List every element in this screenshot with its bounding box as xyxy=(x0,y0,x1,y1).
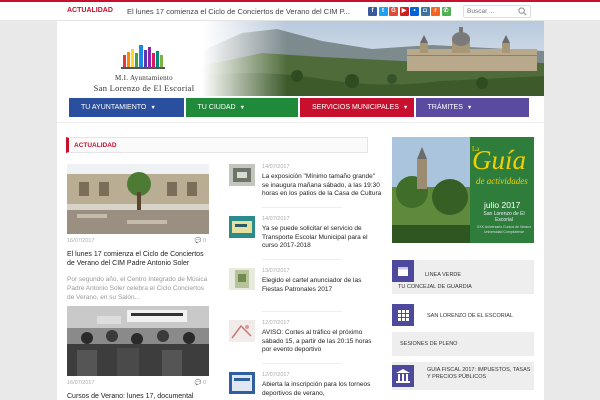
news-date: 13/07/2017 xyxy=(262,268,290,274)
sidebar-link-guia-fiscal[interactable]: GUIA FISCAL 2017: IMPUESTOS, TASAS Y PRE… xyxy=(392,362,534,390)
featured-article: 16/07/2017 💬 0 El lunes 17 comienza el C… xyxy=(67,164,209,302)
news-title[interactable]: Elegido el cartel anunciador de las Fies… xyxy=(262,277,382,294)
news-title[interactable]: Abierta la inscripción para los torneos … xyxy=(262,381,382,398)
chevron-down-icon: ▼ xyxy=(402,105,409,111)
featured-article: 16/07/2017 💬 0 Cursos de Verano: lunes 1… xyxy=(67,306,209,400)
chevron-down-icon: ▼ xyxy=(239,105,246,111)
google-plus-icon[interactable]: G xyxy=(389,7,398,16)
page-container: M.I. Ayuntamiento San Lorenzo de El Esco… xyxy=(57,21,544,400)
top-bar: ACTUALIDAD El lunes 17 comienza el Ciclo… xyxy=(0,0,600,21)
divider xyxy=(262,363,342,364)
article-meta: 16/07/2017 💬 0 xyxy=(67,380,209,389)
news-thumbnail xyxy=(229,320,255,342)
social-icons: f t G ▶ • ◘ r ✆ xyxy=(368,7,451,16)
news-title[interactable]: Ya se puede solicitar el servicio de Tra… xyxy=(262,225,382,251)
coat-of-arms-icon xyxy=(121,45,165,69)
nav-tramites[interactable]: TRÁMITES ▼ xyxy=(415,98,529,117)
news-date: 12/07/2017 xyxy=(262,372,290,378)
sidebar-link-linea-verde[interactable]: LINEA VERDE TU CONCEJAL DE GUARDIA xyxy=(392,260,534,294)
news-thumbnail xyxy=(229,268,255,290)
grid-icon xyxy=(392,304,414,326)
sidebar-link-label: GUIA FISCAL 2017: IMPUESTOS, TASAS Y PRE… xyxy=(427,367,531,380)
nav-servicios-municipales[interactable]: SERVICIOS MUNICIPALES ▼ xyxy=(300,98,414,117)
twitter-icon[interactable]: t xyxy=(378,7,388,16)
main-nav: TU AYUNTAMIENTO ▼ TU CIUDAD ▼ SERVICIOS MU… xyxy=(69,98,529,117)
guia-month: julio 2017 xyxy=(484,200,521,210)
divider xyxy=(262,207,342,208)
calendar-icon xyxy=(392,260,414,282)
section-title: ACTUALIDAD xyxy=(74,142,117,149)
instagram-icon[interactable]: ◘ xyxy=(420,7,430,16)
sidebar-link-label-2: TU CONCEJAL DE GUARDIA xyxy=(398,284,472,290)
divider xyxy=(262,311,342,312)
news-thumbnail xyxy=(229,216,255,238)
article-image[interactable] xyxy=(67,164,209,234)
nav-label: SERVICIOS MUNICIPALES xyxy=(312,104,399,111)
news-thumbnail xyxy=(229,372,255,394)
news-title[interactable]: AVISO: Cortes al tráfico el próximo sába… xyxy=(262,329,382,355)
comment-count[interactable]: 💬 0 xyxy=(195,238,206,244)
logo-line-2: San Lorenzo de El Escorial xyxy=(93,83,195,93)
chevron-down-icon: ▼ xyxy=(150,105,156,111)
nav-label: TRÁMITES xyxy=(427,104,463,111)
divider xyxy=(57,122,544,123)
sidebar-link-label: LINEA VERDE xyxy=(425,272,462,278)
guia-photo xyxy=(392,137,470,243)
logo-line-1: M.I. Ayuntamiento xyxy=(115,74,173,82)
site-logo[interactable]: M.I. Ayuntamiento San Lorenzo de El Esco… xyxy=(79,41,209,93)
search-input[interactable] xyxy=(464,6,516,17)
article-date: 16/07/2017 xyxy=(67,380,95,386)
article-meta: 16/07/2017 💬 0 xyxy=(67,238,209,247)
comment-number: 0 xyxy=(202,238,206,244)
guia-note: XXX Aniversario Cursos de Verano Univers… xyxy=(476,225,532,234)
news-date: 12/07/2017 xyxy=(262,320,290,326)
search-box xyxy=(463,5,531,18)
phone-icon[interactable]: ✆ xyxy=(441,7,451,16)
list-item[interactable]: 13/07/2017 Elegido el cartel anunciador … xyxy=(229,266,379,312)
article-image[interactable] xyxy=(67,306,209,376)
search-icon[interactable] xyxy=(518,7,527,16)
chevron-down-icon: ▼ xyxy=(466,105,473,111)
ticker-tag: ACTUALIDAD xyxy=(67,7,113,14)
divider xyxy=(262,259,342,260)
sidebar-link-san-lorenzo[interactable]: SAN LORENZO DE EL ESCORIAL xyxy=(392,304,534,326)
rss-icon[interactable]: r xyxy=(431,7,440,16)
nav-tu-ciudad[interactable]: TU CIUDAD ▼ xyxy=(185,98,298,117)
guia-title: Guía xyxy=(472,145,526,175)
list-item[interactable]: 12/07/2017 AVISO: Cortes al tráfico el p… xyxy=(229,318,379,364)
nav-tu-ayuntamiento[interactable]: TU AYUNTAMIENTO ▼ xyxy=(69,98,184,117)
sidebar-link-label: SAN LORENZO DE EL ESCORIAL xyxy=(427,313,513,319)
youtube-icon[interactable]: ▶ xyxy=(399,7,409,16)
section-header: ACTUALIDAD xyxy=(66,137,368,153)
nav-label: TU CIUDAD xyxy=(197,104,236,111)
guia-subtitle: de actividades xyxy=(476,176,528,186)
article-date: 16/07/2017 xyxy=(67,238,95,244)
comment-count[interactable]: 💬 0 xyxy=(195,380,206,386)
news-date: 14/07/2017 xyxy=(262,216,290,222)
nav-label: TU AYUNTAMIENTO xyxy=(81,104,147,111)
flickr-icon[interactable]: • xyxy=(410,7,419,16)
list-item[interactable]: 14/07/2017 La exposición "Mínimo tamaño … xyxy=(229,162,382,208)
ticker-headline[interactable]: El lunes 17 comienza el Ciclo de Concier… xyxy=(127,7,350,16)
comment-icon: 💬 xyxy=(194,238,202,244)
article-excerpt: Por segundo año, el Centro Integrado de … xyxy=(67,276,208,301)
comment-number: 0 xyxy=(202,380,206,386)
sidebar-link-sesiones-pleno[interactable]: SESIONES DE PLENO xyxy=(392,332,534,356)
list-item[interactable]: 12/07/2017 Abierta la inscripción para l… xyxy=(229,370,379,400)
institution-icon xyxy=(392,365,414,387)
site-header: M.I. Ayuntamiento San Lorenzo de El Esco… xyxy=(57,21,544,96)
comment-icon: 💬 xyxy=(194,380,202,386)
guia-banner[interactable]: La Guía de actividades julio 2017 San Lo… xyxy=(392,137,534,243)
facebook-icon[interactable]: f xyxy=(368,7,377,16)
sidebar-link-label: SESIONES DE PLENO xyxy=(400,341,458,347)
news-title[interactable]: La exposición "Mínimo tamaño grande" se … xyxy=(262,173,382,199)
guia-town: San Lorenzo de El Escorial xyxy=(483,211,525,223)
list-item[interactable]: 14/07/2017 Ya se puede solicitar el serv… xyxy=(229,214,379,260)
article-title[interactable]: Cursos de Verano: lunes 17, documental "… xyxy=(67,392,209,400)
news-date: 14/07/2017 xyxy=(262,164,290,170)
news-thumbnail xyxy=(229,164,255,186)
header-panorama-image xyxy=(202,21,544,96)
article-title[interactable]: El lunes 17 comienza el Ciclo de Concier… xyxy=(67,250,209,268)
